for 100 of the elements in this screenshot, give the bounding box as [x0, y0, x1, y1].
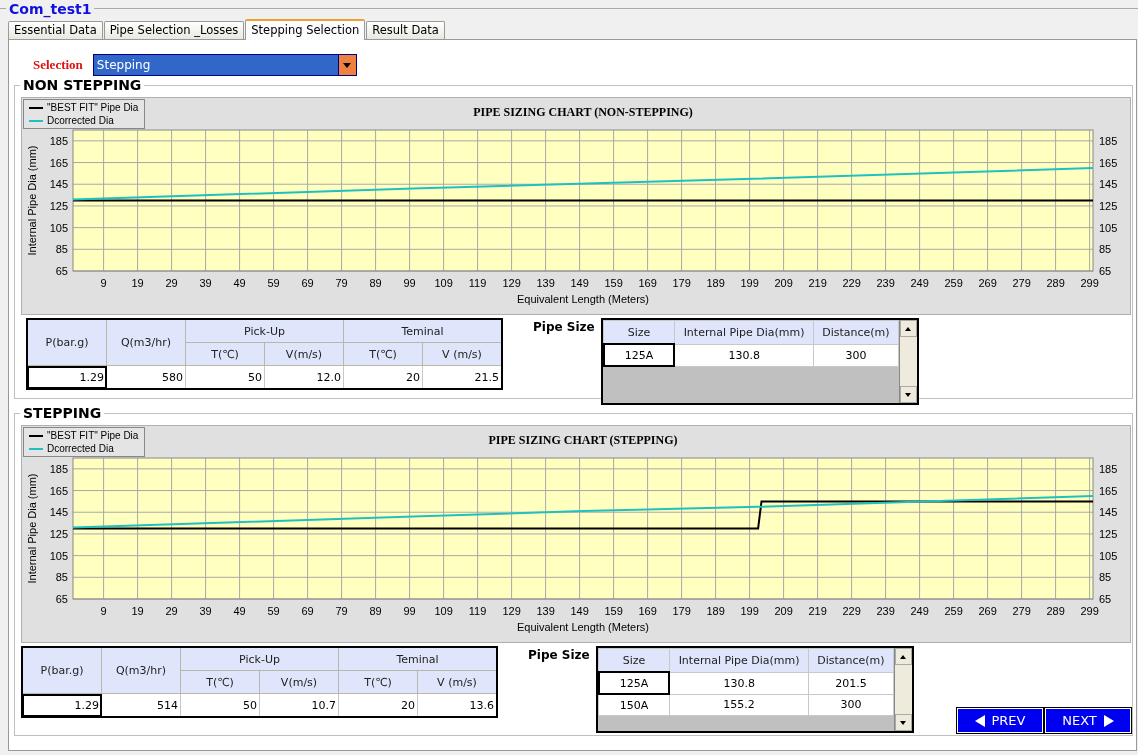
x-tick-label: 39	[199, 605, 212, 617]
x-tick-label: 269	[978, 605, 997, 617]
next-button[interactable]: NEXT	[1045, 708, 1131, 733]
legend-swatch	[29, 447, 43, 450]
x-tick-label: 199	[740, 277, 759, 289]
y-tick-label: 65	[55, 593, 68, 605]
table-cell[interactable]: 130.8	[674, 344, 814, 366]
legend-swatch	[29, 119, 43, 122]
chart-title: PIPE SIZING CHART (STEPPING)	[488, 433, 678, 447]
column-header: Size	[598, 648, 670, 672]
x-tick-label: 69	[301, 605, 314, 617]
pipe-size-label: Pipe Size	[533, 320, 595, 334]
y-axis-label: Internal Pipe Dia (mm)	[26, 473, 38, 584]
x-tick-label: 149	[570, 605, 589, 617]
table-cell[interactable]: 1.29	[27, 365, 107, 389]
x-tick-label: 229	[842, 277, 861, 289]
chart-title: PIPE SIZING CHART (NON-STEPPING)	[473, 105, 693, 119]
y-tick-label: 145	[49, 178, 68, 191]
y-tick-label: 85	[1099, 243, 1112, 256]
x-tick-label: 29	[165, 605, 178, 617]
y-tick-label: 65	[55, 265, 68, 277]
y-tick-label: 185	[49, 134, 68, 147]
selection-label: Selection	[33, 57, 83, 73]
y-tick-label: 105	[49, 221, 68, 234]
tab[interactable]: Pipe Selection _Losses	[103, 21, 245, 39]
x-tick-label: 299	[1080, 605, 1099, 617]
x-tick-label: 69	[301, 277, 314, 289]
scroll-up-button[interactable]	[899, 320, 917, 337]
y-tick-label: 105	[1099, 549, 1118, 562]
y-tick-label: 85	[55, 243, 68, 256]
column-group-header: Pick-Up	[180, 647, 339, 671]
x-tick-label: 249	[910, 277, 929, 289]
x-tick-label: 199	[740, 605, 759, 617]
tab[interactable]: Stepping Selection	[245, 19, 366, 40]
y-tick-label: 145	[1099, 178, 1118, 191]
x-tick-label: 89	[369, 605, 382, 617]
table-cell[interactable]: 125A	[603, 344, 675, 366]
x-tick-label: 49	[233, 277, 246, 289]
selection-dropdown[interactable]: Stepping	[92, 54, 357, 76]
x-tick-label: 119	[468, 277, 487, 289]
column-group-header: Teminal	[343, 319, 502, 343]
right-triangle-icon	[1103, 714, 1114, 727]
scroll-down-button[interactable]	[894, 714, 912, 731]
tab[interactable]: Result Data	[366, 21, 445, 39]
x-tick-label: 169	[638, 277, 657, 289]
x-tick-label: 209	[774, 277, 793, 289]
x-tick-label: 239	[876, 277, 895, 289]
legend-label: Dcorrected Dia	[47, 442, 114, 455]
x-tick-label: 239	[876, 605, 895, 617]
x-tick-label: 9	[100, 605, 107, 617]
x-tick-label: 29	[165, 277, 178, 289]
table-cell[interactable]: 150A	[598, 694, 670, 716]
table-cell[interactable]: 130.8	[669, 672, 809, 694]
x-tick-label: 59	[267, 605, 280, 617]
legend-label: "BEST FIT" Pipe Dia	[47, 429, 139, 442]
x-tick-label: 109	[434, 277, 453, 289]
column-header: P(bar.g)	[27, 319, 107, 366]
table-cell[interactable]: 125A	[598, 672, 670, 694]
left-triangle-icon	[974, 714, 985, 727]
scroll-down-button[interactable]	[899, 386, 917, 403]
column-header: Q(m3/hr)	[106, 319, 186, 366]
x-tick-label: 89	[369, 277, 382, 289]
y-tick-label: 65	[1099, 593, 1112, 605]
column-header: Distance(m)	[808, 648, 894, 672]
triangle-icon	[898, 718, 909, 727]
scroll-up-button[interactable]	[894, 648, 912, 665]
tab[interactable]: Essential Data	[8, 21, 103, 39]
x-tick-label: 209	[774, 605, 793, 617]
column-header: Q(m3/hr)	[101, 647, 181, 694]
x-tick-label: 39	[199, 277, 212, 289]
table-cell[interactable]: 1.29	[22, 693, 102, 717]
dropdown-caret-icon[interactable]	[337, 55, 356, 75]
x-tick-label: 109	[434, 605, 453, 617]
x-tick-label: 9	[100, 277, 107, 289]
x-tick-label: 79	[335, 605, 348, 617]
prev-button[interactable]: PREV	[957, 708, 1043, 733]
x-tick-label: 159	[604, 277, 623, 289]
x-tick-label: 49	[233, 605, 246, 617]
column-group-header: Teminal	[338, 647, 497, 671]
section-title: NON STEPPING	[22, 77, 143, 93]
x-tick-label: 219	[808, 605, 827, 617]
y-tick-label: 165	[49, 156, 68, 169]
legend-swatch	[29, 106, 43, 109]
x-tick-label: 129	[502, 605, 521, 617]
x-tick-label: 259	[944, 277, 963, 289]
y-tick-label: 125	[49, 199, 68, 212]
y-tick-label: 185	[49, 462, 68, 475]
y-tick-label: 105	[1099, 221, 1118, 234]
y-tick-label: 165	[49, 484, 68, 497]
x-tick-label: 149	[570, 277, 589, 289]
x-tick-label: 99	[403, 605, 416, 617]
legend-swatch	[29, 434, 43, 437]
x-tick-label: 179	[672, 605, 691, 617]
column-header: Distance(m)	[813, 320, 899, 344]
x-tick-label: 79	[335, 277, 348, 289]
x-tick-label: 299	[1080, 277, 1099, 289]
x-tick-label: 189	[706, 605, 725, 617]
x-tick-label: 179	[672, 277, 691, 289]
y-tick-label: 145	[49, 506, 68, 519]
y-tick-label: 105	[49, 549, 68, 562]
